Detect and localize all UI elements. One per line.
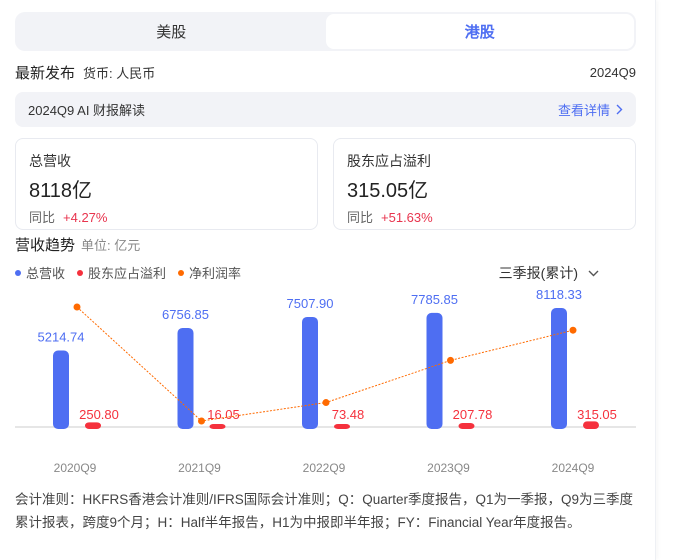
market-tabs: 美股 港股 <box>15 12 636 51</box>
revenue-bar <box>551 308 567 429</box>
yoy-label: 同比 <box>29 210 56 225</box>
revenue-label: 7507.90 <box>287 296 334 311</box>
card-value: 315.05亿 <box>347 180 429 202</box>
margin-point <box>447 356 454 364</box>
profit-bar <box>85 422 101 429</box>
margin-point <box>322 399 330 407</box>
currency-label: 货币: 人民币 <box>83 66 156 81</box>
revenue-card: 总营收 8118亿 同比 +4.27% <box>15 138 318 230</box>
accounting-note: 会计准则：HKFRS香港会计准则/IFRS国际会计准则；Q：Quarter季度报… <box>15 492 634 530</box>
x-tick-label: 2020Q9 <box>54 461 97 475</box>
card-label: 总营收 <box>29 153 71 169</box>
ai-report-bar[interactable]: 2024Q9 AI 财报解读 查看详情 <box>15 92 636 127</box>
view-details-label: 查看详情 <box>557 103 610 118</box>
profit-label: 315.05 <box>577 407 617 422</box>
chevron-right-icon <box>616 104 623 115</box>
trend-unit: 单位: 亿元 <box>81 238 141 253</box>
card-value: 8118亿 <box>29 180 93 202</box>
profit-bar <box>458 422 475 429</box>
profit-bar <box>209 424 226 429</box>
latest-title: 最新发布 <box>15 65 76 82</box>
chevron-down-icon <box>588 270 599 276</box>
revenue-bar <box>177 327 194 429</box>
revenue-label: 8118.33 <box>536 287 582 302</box>
revenue-label: 6756.85 <box>162 307 209 322</box>
revenue-bar <box>426 312 443 429</box>
financial-panel: 美股 港股 最新发布 货币: 人民币 2024Q9 2024Q9 AI 财报解读… <box>0 0 656 560</box>
profit-bar <box>334 424 350 429</box>
period-label: 2024Q9 <box>589 65 636 80</box>
ai-report-label: 2024Q9 AI 财报解读 <box>28 103 146 118</box>
revenue-bar <box>302 316 318 429</box>
yoy-value: +4.27% <box>63 210 108 225</box>
x-tick-label: 2024Q9 <box>552 461 595 475</box>
latest-release-row: 最新发布 货币: 人民币 2024Q9 <box>15 62 636 83</box>
view-details-link[interactable]: 查看详情 <box>558 100 623 119</box>
yoy-value: +51.63% <box>381 210 433 225</box>
revenue-label: 5214.74 <box>38 330 85 345</box>
margin-point <box>73 303 81 311</box>
card-label: 股东应占溢利 <box>347 153 431 169</box>
profit-label: 250.80 <box>79 407 119 422</box>
revenue-label: 7785.85 <box>411 292 458 307</box>
tab-us-stock[interactable]: 美股 <box>17 14 326 49</box>
revenue-trend-chart: 5214.74250.802020Q96756.8516.052021Q9750… <box>15 287 636 475</box>
profit-label: 207.78 <box>453 407 493 422</box>
margin-point <box>198 417 205 425</box>
profit-bar <box>583 421 599 429</box>
x-tick-label: 2023Q9 <box>427 461 470 475</box>
profit-label: 73.48 <box>332 407 365 422</box>
trend-header: 营收趋势 单位: 亿元 <box>15 234 140 255</box>
margin-point <box>569 326 577 334</box>
trend-title: 营收趋势 <box>15 237 76 254</box>
yoy-label: 同比 <box>347 210 374 225</box>
revenue-bar <box>53 350 69 429</box>
tab-hk-stock[interactable]: 港股 <box>325 14 634 49</box>
x-tick-label: 2022Q9 <box>303 461 346 475</box>
profit-card: 股东应占溢利 315.05亿 同比 +51.63% <box>333 138 636 230</box>
x-tick-label: 2021Q9 <box>178 461 221 475</box>
